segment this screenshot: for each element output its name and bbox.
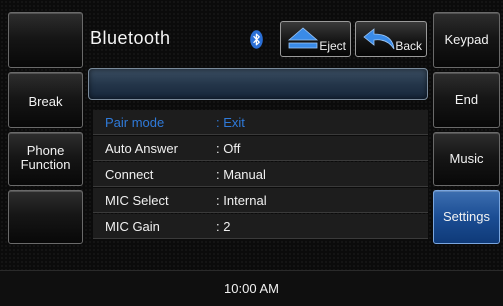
- menu-item-connect[interactable]: Connect Manual: [93, 162, 428, 187]
- display-bar: [88, 68, 428, 100]
- menu-item-value: Internal: [216, 193, 266, 208]
- end-label: End: [454, 92, 479, 107]
- phone-function-button[interactable]: Phone Function: [8, 132, 83, 186]
- back-arrow-icon: [363, 28, 395, 50]
- end-button[interactable]: End: [433, 72, 500, 128]
- eject-label: Eject: [319, 39, 346, 53]
- left-button-1[interactable]: [8, 12, 83, 68]
- eject-icon: [287, 27, 319, 49]
- menu-item-key: MIC Select: [105, 193, 169, 208]
- menu-item-value: Exit: [216, 115, 245, 130]
- head-unit-screen: Break Phone Function Bluetooth Eject Bac…: [0, 0, 503, 306]
- settings-label: Settings: [443, 209, 490, 224]
- eject-button[interactable]: Eject: [280, 21, 351, 57]
- status-bar: 10:00 AM: [0, 270, 503, 306]
- phone-function-label: Phone Function: [20, 143, 71, 172]
- menu-item-key: Pair mode: [105, 115, 165, 130]
- menu-item-key: Connect: [105, 167, 154, 182]
- back-button[interactable]: Back: [355, 21, 427, 57]
- back-label: Back: [395, 39, 422, 53]
- settings-button[interactable]: Settings: [433, 190, 500, 244]
- menu-item-auto-answer[interactable]: Auto Answer Off: [93, 136, 428, 161]
- menu-item-value: 2: [216, 219, 230, 234]
- menu-item-key: Auto Answer: [105, 141, 178, 156]
- bluetooth-icon: [250, 30, 263, 49]
- left-button-4[interactable]: [8, 190, 83, 244]
- clock: 10:00 AM: [224, 281, 279, 296]
- settings-menu: Pair mode Exit Auto Answer Off Connect M…: [93, 110, 428, 240]
- music-button[interactable]: Music: [433, 132, 500, 186]
- page-title: Bluetooth: [90, 28, 171, 48]
- menu-item-key: MIC Gain: [105, 219, 160, 234]
- menu-item-value: Off: [216, 141, 240, 156]
- menu-item-mic-gain[interactable]: MIC Gain 2: [93, 214, 428, 239]
- menu-item-pair-mode[interactable]: Pair mode Exit: [93, 110, 428, 135]
- menu-item-value: Manual: [216, 167, 266, 182]
- break-button[interactable]: Break: [8, 72, 83, 128]
- music-label: Music: [449, 151, 484, 166]
- menu-item-mic-select[interactable]: MIC Select Internal: [93, 188, 428, 213]
- break-button-label: Break: [28, 94, 63, 109]
- keypad-label: Keypad: [444, 32, 489, 47]
- keypad-button[interactable]: Keypad: [433, 12, 500, 68]
